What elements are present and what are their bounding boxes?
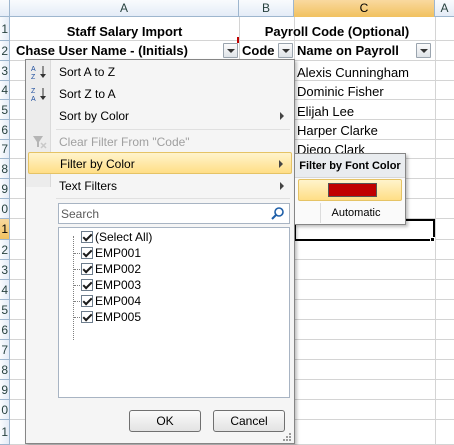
search-box[interactable] xyxy=(58,203,290,224)
row-header[interactable]: 9 xyxy=(0,380,10,400)
select-all-checkbox[interactable] xyxy=(81,231,93,243)
row-header[interactable]: 7 xyxy=(0,140,10,159)
clear-filter-label: Clear Filter From "Code" xyxy=(59,135,190,149)
menu-item-filter-by-color[interactable]: Filter by Color xyxy=(28,152,292,174)
column-header-row: A B C A xyxy=(0,0,454,17)
search-input[interactable] xyxy=(61,205,261,222)
cell-name[interactable]: Alexis Cunningham xyxy=(297,63,433,82)
value-checkbox[interactable] xyxy=(81,279,93,291)
value-checkbox[interactable] xyxy=(81,263,93,275)
row-header[interactable]: 3 xyxy=(0,61,10,81)
sort-z-to-a-label: Sort Z to A xyxy=(59,87,116,101)
value-label: EMP004 xyxy=(95,294,142,308)
row-header[interactable]: 1 xyxy=(0,219,10,240)
value-label: EMP005 xyxy=(95,310,142,324)
submenu-arrow-icon xyxy=(280,182,284,190)
row-header[interactable]: 1 xyxy=(0,17,10,41)
svg-text:A: A xyxy=(31,96,36,102)
row-header[interactable]: 2 xyxy=(0,240,10,260)
row-header[interactable]: 8 xyxy=(0,360,10,380)
filter-by-color-label: Filter by Color xyxy=(60,157,135,171)
row-header[interactable]: 2 xyxy=(0,41,10,61)
sort-descending-icon: Z A xyxy=(31,86,49,103)
text-filters-label: Text Filters xyxy=(59,179,118,193)
menu-item-sort-a-to-z[interactable]: A Z Sort A to Z xyxy=(28,61,292,83)
row-header[interactable]: 3 xyxy=(0,260,10,280)
cell-a2-header[interactable]: Chase User Name - (Initials) xyxy=(16,41,224,60)
tree-connector xyxy=(74,317,80,318)
cell-c2-header[interactable]: Name on Payroll xyxy=(297,41,417,60)
clear-filter-icon xyxy=(31,134,49,150)
menu-item-sort-z-to-a[interactable]: Z A Sort Z to A xyxy=(28,83,292,105)
svg-text:Z: Z xyxy=(31,74,36,80)
row-header[interactable]: 1 xyxy=(0,420,10,445)
row-header[interactable]: 4 xyxy=(0,280,10,300)
font-color-option[interactable] xyxy=(298,179,402,201)
cell-b1-title[interactable]: Payroll Code (Optional) xyxy=(239,22,435,41)
magnifier-icon xyxy=(270,206,286,222)
row-header[interactable]: 8 xyxy=(0,159,10,179)
column-header-a[interactable]: A xyxy=(10,0,239,17)
row-header[interactable]: 6 xyxy=(0,120,10,140)
column-header-b[interactable]: B xyxy=(239,0,294,17)
row-header[interactable]: 0 xyxy=(0,400,10,420)
cell-name[interactable]: Dominic Fisher xyxy=(297,82,433,101)
cell-name[interactable]: Harper Clarke xyxy=(297,121,433,140)
menu-separator xyxy=(56,129,290,130)
tree-connector xyxy=(74,285,80,286)
sort-ascending-icon: A Z xyxy=(31,64,49,81)
filter-by-color-submenu: Filter by Font Color Automatic xyxy=(294,153,406,225)
row-header[interactable]: 7 xyxy=(0,340,10,360)
automatic-option[interactable]: Automatic xyxy=(298,204,402,223)
tree-connector xyxy=(74,269,80,270)
column-header-c[interactable]: C xyxy=(294,0,435,17)
autofilter-menu: A Z Sort A to Z Z A Sort Z to A Sort by … xyxy=(25,59,295,444)
row-header[interactable]: 5 xyxy=(0,100,10,120)
sort-by-color-label: Sort by Color xyxy=(59,109,130,123)
select-all-corner[interactable] xyxy=(0,0,10,17)
filter-value-list: (Select All) EMP001 EMP002 EMP003 EMP004… xyxy=(58,227,290,398)
svg-text:Z: Z xyxy=(31,88,36,95)
menu-item-clear-filter[interactable]: Clear Filter From "Code" xyxy=(28,131,292,153)
cell-name[interactable]: Elijah Lee xyxy=(297,102,433,121)
filter-dropdown-a[interactable] xyxy=(223,43,238,58)
red-color-swatch xyxy=(328,183,377,197)
filter-dropdown-c[interactable] xyxy=(416,43,431,58)
select-all-label: (Select All) xyxy=(95,230,153,244)
value-label: EMP003 xyxy=(95,278,142,292)
tree-connector xyxy=(74,253,80,254)
row-header[interactable]: 9 xyxy=(0,179,10,199)
filter-dropdown-b[interactable] xyxy=(278,43,293,58)
submenu-title: Filter by Font Color xyxy=(295,154,405,178)
cancel-button[interactable]: Cancel xyxy=(213,410,285,432)
cell-b2-header[interactable]: Code xyxy=(242,41,280,60)
menu-separator xyxy=(56,198,290,199)
submenu-arrow-icon xyxy=(280,112,284,120)
svg-text:A: A xyxy=(31,66,36,73)
row-header[interactable]: 5 xyxy=(0,300,10,320)
submenu-arrow-icon xyxy=(279,160,283,168)
menu-item-sort-by-color[interactable]: Sort by Color xyxy=(28,105,292,127)
tree-connector xyxy=(74,301,80,302)
resize-grip-icon[interactable] xyxy=(282,431,292,441)
value-label: EMP002 xyxy=(95,262,142,276)
value-checkbox[interactable] xyxy=(81,295,93,307)
row-header[interactable]: 6 xyxy=(0,320,10,340)
fill-handle[interactable] xyxy=(430,237,435,242)
menu-item-text-filters[interactable]: Text Filters xyxy=(28,175,292,197)
row-header[interactable]: 4 xyxy=(0,81,10,100)
tree-connector xyxy=(73,236,74,340)
value-checkbox[interactable] xyxy=(81,311,93,323)
value-label: EMP001 xyxy=(95,246,142,260)
column-header-next[interactable]: A xyxy=(435,0,454,17)
row-header[interactable]: 0 xyxy=(0,199,10,219)
sort-a-to-z-label: Sort A to Z xyxy=(59,65,116,79)
gridline-vertical xyxy=(435,17,436,445)
value-checkbox[interactable] xyxy=(81,247,93,259)
ok-button[interactable]: OK xyxy=(129,410,201,432)
cell-a1-title[interactable]: Staff Salary Import xyxy=(10,22,239,41)
